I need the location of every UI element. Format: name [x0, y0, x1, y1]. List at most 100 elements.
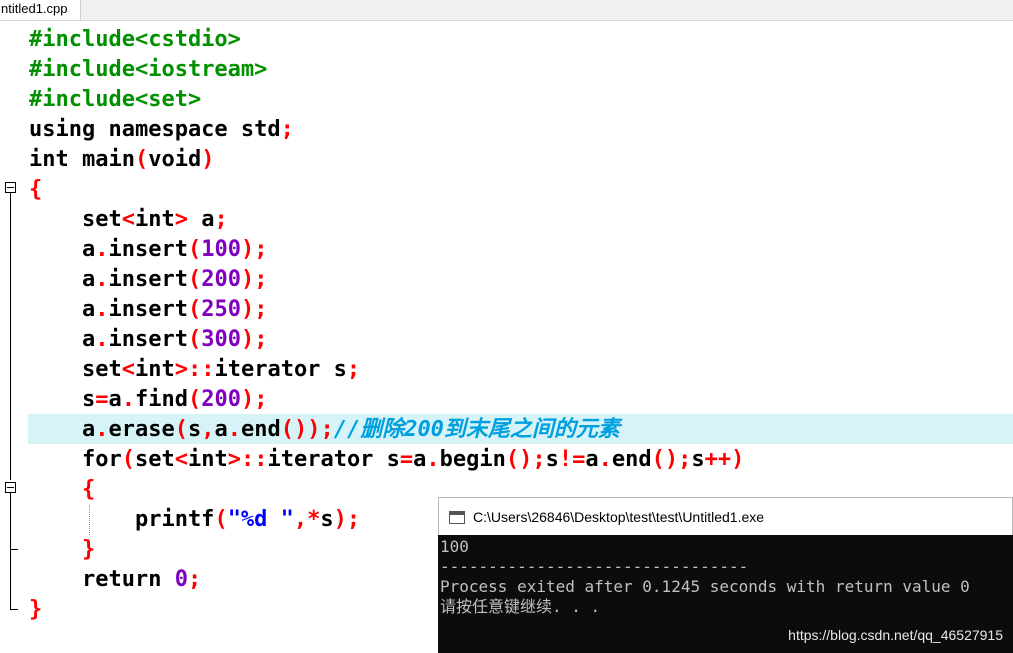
code-token: int: [134, 207, 175, 232]
code-token: .: [426, 447, 440, 472]
code-line[interactable]: #include<iostream>: [29, 55, 744, 85]
code-token: );: [333, 507, 361, 532]
code-token: ): [201, 147, 215, 172]
code-token: int: [134, 357, 175, 382]
watermark: https://blog.csdn.net/qq_46527915: [788, 627, 1003, 643]
code-token: a: [201, 207, 215, 232]
code-token: #include<set>: [29, 87, 202, 112]
fold-line: [10, 193, 11, 480]
code-line[interactable]: set<int>::iterator s;: [29, 355, 744, 385]
code-token: =: [399, 447, 414, 472]
code-token: 100: [201, 237, 241, 262]
code-token: >::: [174, 357, 215, 382]
code-token: ;: [187, 567, 202, 592]
code-token: (: [134, 147, 149, 172]
fold-end-marker: [10, 609, 18, 610]
code-token: (: [187, 267, 202, 292]
code-token: );: [240, 387, 268, 412]
code-token: end: [240, 417, 281, 442]
fold-line: [10, 550, 11, 609]
code-token: a: [413, 447, 427, 472]
fold-toggle-icon[interactable]: [5, 182, 16, 193]
code-token: (: [187, 327, 202, 352]
code-line[interactable]: #include<set>: [29, 85, 744, 115]
code-token: 200: [201, 267, 241, 292]
code-token: a: [214, 417, 228, 442]
code-token: insert: [108, 237, 188, 262]
code-line[interactable]: for(set<int>::iterator s=a.begin();s!=a.…: [29, 445, 744, 475]
code-token: ();: [505, 447, 546, 472]
console-window[interactable]: C:\Users\26846\Desktop\test\test\Untitle…: [438, 497, 1013, 653]
code-token: set: [134, 447, 175, 472]
code-token: <: [121, 207, 135, 232]
code-token: (: [174, 417, 188, 442]
code-token: insert: [108, 297, 188, 322]
code-token: {: [29, 177, 43, 202]
code-token: insert: [108, 267, 188, 292]
code-line[interactable]: a.insert(250);: [29, 295, 744, 325]
code-token: begin: [439, 447, 506, 472]
code-token: int: [29, 147, 82, 172]
code-token: 200: [201, 387, 241, 412]
code-token: 250: [201, 297, 241, 322]
code-token: .: [95, 237, 109, 262]
code-line[interactable]: a.erase(s,a.end());//删除200到末尾之间的元素: [29, 415, 744, 445]
code-token: .: [95, 417, 109, 442]
code-token: std: [240, 117, 281, 142]
code-token: );: [240, 297, 268, 322]
code-token: =: [95, 387, 109, 412]
code-token: ++): [704, 447, 745, 472]
code-token: );: [240, 237, 268, 262]
fold-toggle-icon[interactable]: [5, 482, 16, 493]
code-token: .: [121, 387, 135, 412]
code-token: a: [29, 327, 96, 352]
code-token: .: [95, 267, 109, 292]
code-token: erase: [108, 417, 175, 442]
code-token: 0: [174, 567, 188, 592]
code-token: (: [214, 507, 228, 532]
console-output: 100 -------------------------------- Pro…: [440, 537, 970, 616]
code-line[interactable]: s=a.find(200);: [29, 385, 744, 415]
code-token: >::: [227, 447, 268, 472]
editor-gutter: [0, 21, 24, 653]
code-line[interactable]: a.insert(200);: [29, 265, 744, 295]
code-token: a: [29, 267, 96, 292]
code-token: using namespace: [29, 117, 241, 142]
code-token: void: [148, 147, 202, 172]
code-line[interactable]: a.insert(300);: [29, 325, 744, 355]
editor-tab-bar: ntitled1.cpp: [0, 0, 1013, 21]
code-line[interactable]: #include<cstdio>: [29, 25, 744, 55]
code-line[interactable]: using namespace std;: [29, 115, 744, 145]
code-token: find: [134, 387, 188, 412]
code-token: #include<iostream>: [29, 57, 268, 82]
code-token: insert: [108, 327, 188, 352]
code-token: //删除200到末尾之间的元素: [333, 417, 620, 442]
code-token: set: [29, 357, 122, 382]
code-line[interactable]: a.insert(100);: [29, 235, 744, 265]
code-line[interactable]: {: [29, 175, 744, 205]
code-token: "%d ": [227, 507, 294, 532]
console-window-icon: [449, 511, 465, 524]
code-token: a: [29, 297, 96, 322]
code-token: ,: [201, 417, 215, 442]
code-token: iterator s: [214, 357, 347, 382]
code-token: .: [95, 297, 109, 322]
code-token: int: [187, 447, 228, 472]
code-line[interactable]: set<int> a;: [29, 205, 744, 235]
code-token: 300: [201, 327, 241, 352]
code-token: !=: [558, 447, 586, 472]
code-token: ());: [280, 417, 334, 442]
code-token: );: [240, 267, 268, 292]
code-line[interactable]: int main(void): [29, 145, 744, 175]
fold-line: [10, 493, 11, 550]
tab-untitled1-cpp[interactable]: ntitled1.cpp: [0, 0, 81, 20]
code-token: a: [29, 237, 96, 262]
code-token: <: [121, 357, 135, 382]
console-title-bar[interactable]: C:\Users\26846\Desktop\test\test\Untitle…: [438, 497, 1013, 535]
code-token: s: [691, 447, 705, 472]
code-token: }: [29, 537, 96, 562]
code-token: return: [29, 567, 175, 592]
code-token: for: [29, 447, 122, 472]
code-token: printf: [29, 507, 215, 532]
code-token: (: [187, 387, 202, 412]
